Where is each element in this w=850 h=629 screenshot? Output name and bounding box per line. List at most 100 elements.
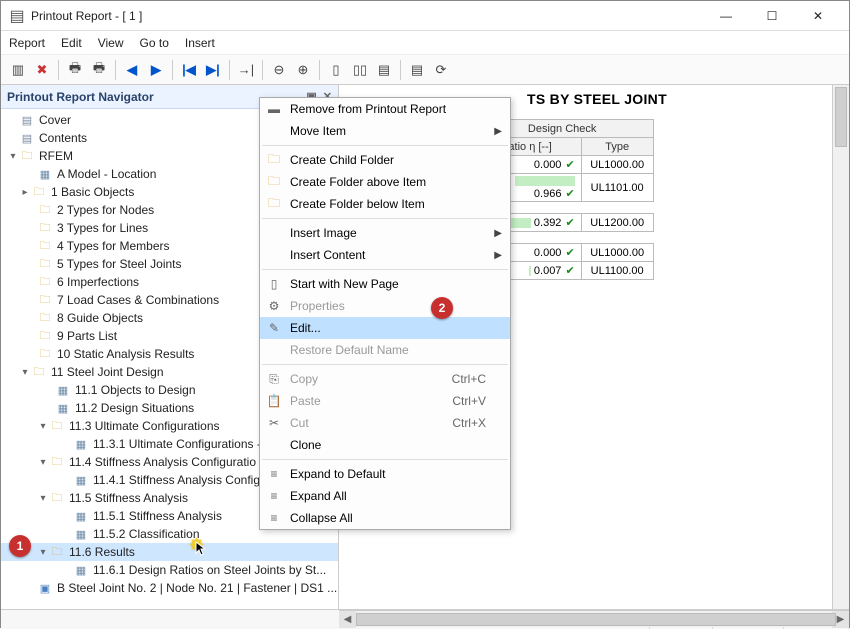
- page-icon[interactable]: ▯: [325, 59, 347, 81]
- ctx-collapse-all[interactable]: ≡Collapse All: [260, 507, 510, 529]
- zoom-in-icon[interactable]: ⊕: [292, 59, 314, 81]
- ctx-expand-default[interactable]: ≡Expand to Default: [260, 463, 510, 485]
- tree-11-3-1[interactable]: 11.3.1 Ultimate Configurations -: [93, 437, 261, 451]
- menu-insert[interactable]: Insert: [185, 36, 215, 50]
- close-button[interactable]: ✕: [795, 1, 841, 31]
- chevron-down-icon[interactable]: ▾: [37, 493, 49, 504]
- annotation-badge-1: 1: [9, 535, 31, 557]
- folder-icon: 🗀: [49, 490, 65, 506]
- menu-report[interactable]: Report: [9, 36, 45, 50]
- print-setup-icon[interactable]: 🖶: [88, 59, 110, 81]
- tree-cover[interactable]: Cover: [39, 113, 71, 127]
- folder-icon: 🗀: [37, 238, 53, 254]
- ctx-remove[interactable]: ▬Remove from Printout Report: [260, 98, 510, 120]
- tree-10[interactable]: 10 Static Analysis Results: [57, 347, 194, 361]
- minimize-button[interactable]: —: [703, 1, 749, 31]
- chevron-down-icon[interactable]: ▾: [37, 457, 49, 468]
- folder-icon: 🗀: [37, 274, 53, 290]
- nav-last-icon[interactable]: ▶|: [202, 59, 224, 81]
- tree-rfem[interactable]: RFEM: [39, 149, 73, 163]
- refresh-icon[interactable]: ⟳: [430, 59, 452, 81]
- chevron-down-icon[interactable]: ▾: [7, 151, 19, 162]
- ctx-restore: Restore Default Name: [260, 339, 510, 361]
- tree-11-5[interactable]: 11.5 Stiffness Analysis: [69, 491, 188, 505]
- delete-icon[interactable]: ✖: [31, 59, 53, 81]
- tree-11-1[interactable]: 11.1 Objects to Design: [75, 383, 196, 397]
- print-icon[interactable]: 🖶: [64, 59, 86, 81]
- chevron-down-icon[interactable]: ▾: [37, 421, 49, 432]
- menu-view[interactable]: View: [98, 36, 124, 50]
- chevron-down-icon[interactable]: ▾: [19, 367, 31, 378]
- tree-a-model[interactable]: A Model - Location: [57, 167, 156, 181]
- vertical-scrollbar[interactable]: [832, 85, 849, 609]
- tree-11-6-1[interactable]: 11.6.1 Design Ratios on Steel Joints by …: [93, 563, 326, 577]
- nav-first-icon[interactable]: |◀: [178, 59, 200, 81]
- tree-5[interactable]: 5 Types for Steel Joints: [57, 257, 182, 271]
- tree-11[interactable]: 11 Steel Joint Design: [51, 365, 164, 379]
- ctx-create-below[interactable]: 🗀Create Folder below Item: [260, 193, 510, 215]
- table-icon: ▦: [73, 526, 89, 542]
- zoom-out-icon[interactable]: ⊖: [268, 59, 290, 81]
- submenu-arrow-icon: ▶: [494, 126, 502, 137]
- edit-icon: ✎: [266, 321, 282, 335]
- tree-11-6[interactable]: 11.6 Results: [69, 545, 135, 559]
- tree-8[interactable]: 8 Guide Objects: [57, 311, 143, 325]
- horizontal-scrollbar[interactable]: ◀ ▶: [339, 610, 849, 627]
- goto-icon[interactable]: →|: [235, 59, 257, 81]
- tree-contents[interactable]: Contents: [39, 131, 87, 145]
- tree-11-4-1[interactable]: 11.4.1 Stiffness Analysis Config: [93, 473, 260, 487]
- tree-6[interactable]: 6 Imperfections: [57, 275, 139, 289]
- doc-icon: ▤: [19, 112, 35, 128]
- page-settings-icon[interactable]: ▤: [373, 59, 395, 81]
- pages-icon[interactable]: ▯▯: [349, 59, 371, 81]
- chevron-right-icon[interactable]: ▸: [19, 187, 31, 198]
- tree-11-2[interactable]: 11.2 Design Situations: [75, 401, 194, 415]
- tree-9[interactable]: 9 Parts List: [57, 329, 117, 343]
- col-type: Type: [581, 138, 653, 156]
- ctx-insert-image[interactable]: Insert Image▶: [260, 222, 510, 244]
- ctx-start-new-page[interactable]: ▯Start with New Page: [260, 273, 510, 295]
- submenu-arrow-icon: ▶: [494, 250, 502, 261]
- tree-1[interactable]: 1 Basic Objects: [51, 185, 134, 199]
- tree-b-steel[interactable]: B Steel Joint No. 2 | Node No. 21 | Fast…: [57, 581, 337, 595]
- new-icon[interactable]: ▥: [7, 59, 29, 81]
- ctx-move[interactable]: Move Item▶: [260, 120, 510, 142]
- tree-11-5-1[interactable]: 11.5.1 Stiffness Analysis: [93, 509, 222, 523]
- page-icon: ▯: [266, 277, 282, 291]
- expand-all-icon: ≡: [266, 489, 282, 503]
- ctx-clone[interactable]: Clone: [260, 434, 510, 456]
- menu-edit[interactable]: Edit: [61, 36, 82, 50]
- ctx-copy: ⎘CopyCtrl+C: [260, 368, 510, 390]
- tree-7[interactable]: 7 Load Cases & Combinations: [57, 293, 219, 307]
- tree-2[interactable]: 2 Types for Nodes: [57, 203, 154, 217]
- ctx-edit[interactable]: ✎Edit...: [260, 317, 510, 339]
- copy-icon: ⎘: [266, 372, 282, 387]
- maximize-button[interactable]: ☐: [749, 1, 795, 31]
- menu-goto[interactable]: Go to: [140, 36, 169, 50]
- tree-3[interactable]: 3 Types for Lines: [57, 221, 148, 235]
- ctx-insert-content[interactable]: Insert Content▶: [260, 244, 510, 266]
- table-icon: ▦: [73, 436, 89, 452]
- folder-icon: 🗀: [37, 310, 53, 326]
- window-buttons: — ☐ ✕: [703, 1, 841, 31]
- folder-icon: 🗀: [49, 418, 65, 434]
- tree-11-3[interactable]: 11.3 Ultimate Configurations: [69, 419, 220, 433]
- paste-icon: 📋: [266, 394, 282, 408]
- ctx-expand-all[interactable]: ≡Expand All: [260, 485, 510, 507]
- folder-icon: 🗀: [266, 150, 282, 171]
- folder-icon: 🗀: [37, 202, 53, 218]
- ctx-create-child[interactable]: 🗀Create Child Folder: [260, 149, 510, 171]
- table-icon: ▦: [55, 400, 71, 416]
- image-icon: ▣: [37, 580, 53, 596]
- nav-next-icon[interactable]: ▶: [145, 59, 167, 81]
- window-title: Printout Report - [ 1 ]: [31, 9, 703, 23]
- tree-11-4[interactable]: 11.4 Stiffness Analysis Configuratio: [69, 455, 256, 469]
- properties-icon[interactable]: ▤: [406, 59, 428, 81]
- ctx-create-above[interactable]: 🗀Create Folder above Item: [260, 171, 510, 193]
- nav-prev-icon[interactable]: ◀: [121, 59, 143, 81]
- tree-11-5-2[interactable]: 11.5.2 Classification: [93, 527, 200, 541]
- scroll-left-icon[interactable]: ◀: [339, 611, 356, 628]
- table-icon: ▦: [55, 382, 71, 398]
- tree-4[interactable]: 4 Types for Members: [57, 239, 170, 253]
- chevron-down-icon[interactable]: ▾: [37, 547, 49, 558]
